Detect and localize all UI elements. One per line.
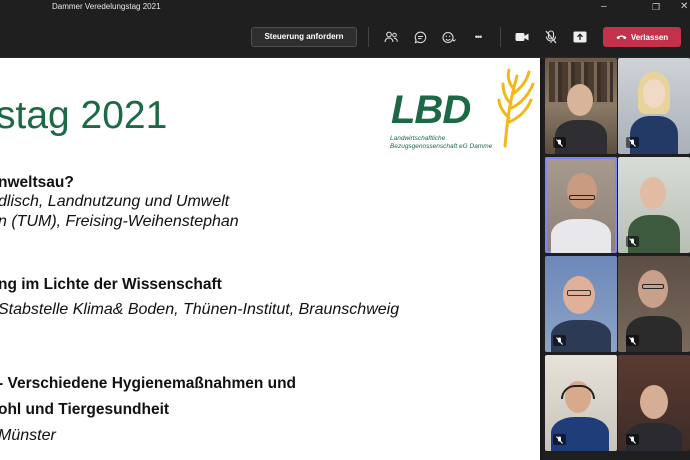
agenda-text: n (TUM), Freising-Weihenstephan [0, 213, 239, 230]
slide-title: stag 2021 [0, 94, 168, 137]
participant-video-tile[interactable] [545, 58, 617, 154]
leave-label: Verlassen [630, 32, 669, 42]
agenda-heading: ng im Lichte der Wissenschaft [0, 276, 222, 293]
participant-face [567, 173, 597, 209]
agenda-heading: - Verschiedene Hygienemaßnahmen und [0, 375, 297, 392]
agenda-heading: nweltsau? [0, 174, 74, 191]
participant-face [640, 385, 668, 419]
glasses [569, 195, 595, 200]
meeting-toolbar: Steuerung anfordern ••• Verlassen [0, 15, 690, 58]
microphone-muted-icon[interactable] [541, 27, 561, 47]
reactions-icon[interactable] [439, 27, 459, 47]
participant-video-tile[interactable] [618, 157, 690, 253]
agenda-text: dlisch, Landnutzung und Umwelt [0, 193, 230, 210]
participant-face [643, 79, 665, 108]
muted-mic-icon [626, 236, 639, 247]
muted-mic-icon [626, 434, 639, 445]
agenda-heading: ohl und Tiergesundheit [0, 401, 170, 418]
window-title: Dammer Veredelungstag 2021 [52, 2, 161, 11]
participant-face [638, 270, 668, 308]
people-icon[interactable] [381, 27, 401, 47]
muted-mic-icon [626, 335, 639, 346]
agenda-text: Stabstelle Klima& Boden, Thünen-Institut… [0, 301, 400, 318]
minimize-icon[interactable]: – [601, 1, 607, 13]
shared-presentation: stag 2021 LBD Landwirtschaftliche Bezugs… [0, 58, 540, 460]
participant-gallery [543, 58, 690, 460]
glasses [567, 290, 591, 296]
participant-body [626, 316, 682, 352]
share-screen-icon[interactable] [570, 27, 590, 47]
logo-wordmark: LBD [391, 88, 471, 132]
logo-subtitle: Landwirtschaftliche Bezugsgenossenschaft… [390, 135, 492, 151]
chat-icon[interactable] [410, 27, 430, 47]
headset [561, 385, 595, 399]
participant-face [640, 177, 666, 209]
muted-mic-icon [553, 137, 566, 148]
participant-video-tile-active-speaker[interactable] [545, 157, 617, 253]
maximize-icon[interactable]: ❐ [652, 1, 660, 13]
muted-mic-icon [626, 137, 639, 148]
participant-face [567, 84, 593, 116]
more-options-icon[interactable]: ••• [468, 27, 488, 47]
participant-video-tile[interactable] [618, 256, 690, 352]
title-bar: Dammer Veredelungstag 2021 – ❐ ✕ [0, 0, 690, 15]
participant-video-tile[interactable] [618, 355, 690, 451]
participant-body [551, 219, 611, 253]
camera-icon[interactable] [512, 27, 532, 47]
muted-mic-icon [553, 434, 566, 445]
participant-body [628, 215, 680, 253]
logo-subtitle-line: Landwirtschaftliche [390, 135, 446, 142]
lbd-logo: LBD Landwirtschaftliche Bezugsgenossensc… [387, 64, 537, 154]
muted-mic-icon [553, 335, 566, 346]
toolbar-divider [368, 27, 369, 47]
toolbar-divider [500, 27, 501, 47]
logo-subtitle-line: Bezugsgenossenschaft eG Damme [390, 143, 493, 150]
participant-video-tile[interactable] [545, 355, 617, 451]
close-icon[interactable]: ✕ [680, 1, 688, 13]
glasses [642, 284, 664, 289]
agenda-text: Münster [0, 427, 56, 444]
request-control-button[interactable]: Steuerung anfordern [251, 27, 357, 47]
phone-hangup-icon [616, 33, 627, 42]
participant-body [630, 116, 678, 154]
participant-video-tile[interactable] [545, 256, 617, 352]
participant-video-tile[interactable] [618, 58, 690, 154]
leave-button[interactable]: Verlassen [603, 27, 681, 47]
